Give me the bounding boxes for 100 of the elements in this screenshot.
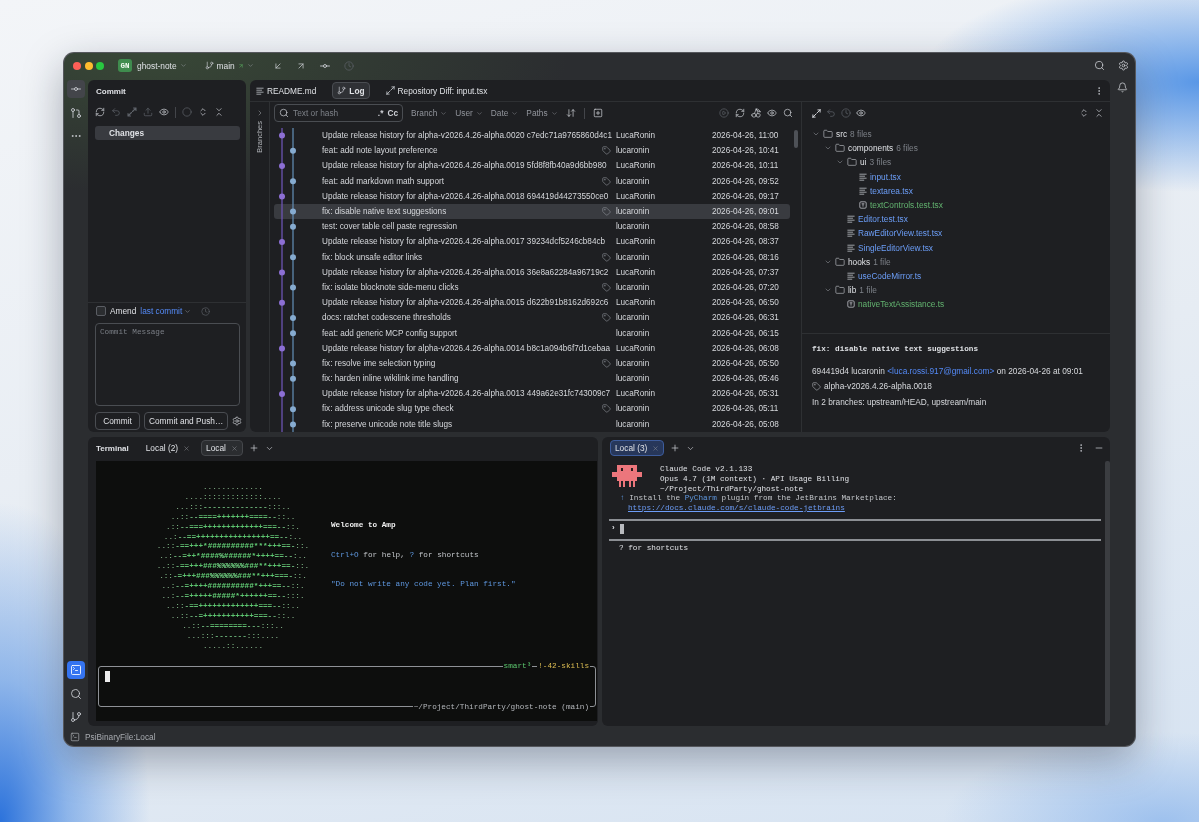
zoom-window-icon[interactable] bbox=[96, 61, 104, 70]
log-row[interactable]: feat: add generic MCP config support lucaronin 2026-04-26, 06:15 bbox=[274, 325, 790, 341]
eye-icon[interactable] bbox=[767, 108, 777, 118]
folder-name[interactable]: ui bbox=[860, 157, 867, 168]
commit-dot-icon[interactable] bbox=[279, 391, 285, 397]
terminal-tab[interactable]: Local (3) bbox=[610, 440, 665, 456]
file-name[interactable]: Editor.test.tsx bbox=[858, 214, 908, 225]
eye-icon[interactable] bbox=[159, 107, 169, 117]
scrollbar-thumb[interactable] bbox=[1105, 461, 1110, 726]
commit-dot-icon[interactable] bbox=[290, 375, 296, 382]
log-row[interactable]: test: cover table cell paste regression lucaronin 2026-04-26, 08:58 bbox=[274, 219, 790, 235]
log-row[interactable]: feat: add note layout preference lucaronin 2026-04-26, 10:41 bbox=[274, 143, 790, 159]
match-case-toggle[interactable]: Cc bbox=[387, 108, 398, 118]
project-selector[interactable]: ghost-note bbox=[135, 56, 189, 75]
folder-name[interactable]: components bbox=[848, 143, 894, 154]
commit-and-push-button[interactable]: Commit and Push… bbox=[144, 412, 229, 430]
sort-icon[interactable] bbox=[565, 108, 576, 118]
commit-dot-icon[interactable] bbox=[290, 330, 296, 337]
terminal-tab[interactable]: Local (2) bbox=[140, 440, 196, 456]
commit-dot-icon[interactable] bbox=[279, 163, 285, 169]
minimize-window-icon[interactable] bbox=[84, 61, 93, 70]
email-link[interactable]: <luca.rossi.917@gmail.com> bbox=[887, 366, 995, 376]
log-row[interactable]: Update release history for alpha-v2026.4.26-alpha.0015 d622b91b8162d692c6 LucaRonin 2026-04-26, 06:50 bbox=[274, 295, 790, 311]
add-icon[interactable] bbox=[248, 443, 259, 453]
cherry-icon[interactable] bbox=[751, 108, 761, 118]
arrow-up-right-icon[interactable] bbox=[295, 60, 306, 71]
commit-dot-icon[interactable] bbox=[290, 208, 296, 215]
commit-dot-icon[interactable] bbox=[279, 345, 285, 352]
file-name[interactable]: nativeTextAssistance.ts bbox=[858, 299, 945, 310]
commit-dot-icon[interactable] bbox=[290, 360, 296, 367]
log-row[interactable]: fix: harden inline wikilink ime handling lucaronin 2026-04-26, 05:46 bbox=[274, 371, 790, 387]
close-window-icon[interactable] bbox=[73, 61, 81, 70]
file-name[interactable]: SingleEditorView.tsx bbox=[858, 242, 934, 253]
regex-toggle[interactable]: .* bbox=[377, 108, 384, 118]
collapse-icon[interactable] bbox=[214, 107, 224, 117]
commit-dot-icon[interactable] bbox=[279, 269, 285, 276]
branch-selector[interactable]: main bbox=[202, 56, 256, 75]
add-icon[interactable] bbox=[670, 443, 681, 453]
filter-dropdown[interactable]: User bbox=[455, 108, 483, 118]
eye-icon[interactable] bbox=[856, 108, 866, 118]
refresh-icon[interactable] bbox=[95, 107, 105, 117]
expand-icon[interactable] bbox=[198, 107, 208, 117]
editor-tab[interactable]: Log bbox=[332, 82, 370, 99]
arrow-down-left-icon[interactable] bbox=[272, 60, 283, 71]
folder-name[interactable]: hooks bbox=[848, 256, 871, 267]
log-row[interactable]: Update release history for alpha-v2026.4.26-alpha.0020 c7edc71a9765860d4c1 LucaRonin 2026-04-26, 11:00 bbox=[274, 128, 790, 144]
commit-dot-icon[interactable] bbox=[279, 299, 285, 306]
commit-dot-icon[interactable] bbox=[290, 315, 296, 321]
commit-dot-icon[interactable] bbox=[279, 239, 285, 245]
collapse-icon[interactable] bbox=[1094, 108, 1104, 118]
log-search-field[interactable]: Text or hash .* Cc bbox=[274, 104, 403, 122]
search-icon[interactable] bbox=[783, 108, 793, 118]
file-name[interactable]: RawEditorView.test.tsx bbox=[858, 228, 943, 239]
changes-node[interactable]: Changes bbox=[95, 126, 240, 140]
folder-name[interactable]: src bbox=[836, 129, 848, 140]
file-name[interactable]: input.tsx bbox=[870, 171, 901, 182]
commit-dot-icon[interactable] bbox=[290, 406, 296, 413]
filter-dropdown[interactable]: Date bbox=[490, 108, 519, 118]
log-row[interactable]: fix: isolate blocknote side-menu clicks lucaronin 2026-04-26, 07:20 bbox=[274, 279, 790, 296]
commit-tool-button[interactable] bbox=[67, 80, 85, 98]
last-commit-link[interactable]: last commit bbox=[140, 306, 192, 316]
expand-icon[interactable] bbox=[1079, 108, 1089, 118]
commit-button[interactable]: Commit bbox=[95, 412, 140, 430]
log-row[interactable]: feat: add markdown math support lucaronin 2026-04-26, 09:52 bbox=[274, 173, 790, 189]
commit-dot-icon[interactable] bbox=[290, 178, 296, 185]
commit-dot-icon[interactable] bbox=[290, 223, 296, 230]
log-row[interactable]: docs: ratchet codescene thresholds lucaronin 2026-04-26, 06:31 bbox=[274, 310, 790, 326]
scrollbar-thumb[interactable] bbox=[794, 130, 798, 148]
log-row[interactable]: Update release history for alpha-v2026.4.26-alpha.0016 36e8a62284a96719c2 LucaRonin 2026-04-26, 07:37 bbox=[274, 264, 790, 280]
editor-tab[interactable]: README.md bbox=[251, 82, 322, 99]
editor-tab[interactable]: Repository Diff: input.tsx bbox=[380, 82, 493, 99]
log-row[interactable]: Update release history for alpha-v2026.4.26-alpha.0014 b8c1a094b6f7d1cebaa LucaRonin 2026-04-26, 06:08 bbox=[274, 340, 790, 356]
folder-name[interactable]: lib bbox=[848, 285, 857, 296]
commit-dot-icon[interactable] bbox=[279, 132, 285, 139]
log-row[interactable]: Update release history for alpha-v2026.4.26-alpha.0013 449a62e31fc743009c7 LucaRonin 2026-04-26, 05:31 bbox=[274, 386, 790, 402]
log-row[interactable]: fix: resolve ime selection typing lucaronin 2026-04-26, 05:50 bbox=[274, 355, 790, 371]
file-name[interactable]: textarea.tsx bbox=[870, 185, 913, 196]
commit-dot-icon[interactable] bbox=[290, 284, 296, 291]
log-row[interactable]: fix: block unsafe editor links lucaronin 2026-04-26, 08:16 bbox=[274, 249, 790, 265]
commit-dot-icon[interactable] bbox=[290, 421, 296, 428]
log-row[interactable]: Update release history for alpha-v2026.4.26-alpha.0017 39234dcf5246cb84cb LucaRonin 2026-04-26, 08:37 bbox=[274, 234, 790, 250]
search-icon[interactable] bbox=[1094, 60, 1105, 71]
amend-checkbox[interactable] bbox=[96, 306, 106, 316]
bell-icon[interactable] bbox=[1117, 82, 1128, 93]
square-plus-icon[interactable] bbox=[592, 108, 603, 118]
log-row[interactable]: Update release history for alpha-v2026.4.26-alpha.0018 694419d44273550ce0 LucaRonin 2026-04-26, 09:17 bbox=[274, 188, 790, 204]
file-name[interactable]: useCodeMirror.ts bbox=[858, 270, 922, 281]
filter-dropdown[interactable]: Branch bbox=[411, 108, 448, 118]
terminal-tab[interactable]: Local bbox=[201, 440, 243, 456]
commit-dot-icon[interactable] bbox=[290, 147, 296, 154]
log-row[interactable]: Update release history for alpha-v2026.4.26-alpha.0019 5fd8f8fb40a9d6bb980 LucaRonin 2026-04-26, 10:11 bbox=[274, 158, 790, 174]
settings-icon[interactable] bbox=[232, 416, 243, 426]
filter-dropdown[interactable]: Paths bbox=[526, 108, 558, 118]
settings-icon[interactable] bbox=[1118, 60, 1129, 71]
log-row[interactable]: fix: preserve unicode note title slugs lucaronin 2026-04-26, 05:08 bbox=[274, 416, 790, 432]
log-row[interactable]: fix: disable native text suggestions lucaronin 2026-04-26, 09:01 bbox=[274, 203, 790, 220]
terminal-tool-button[interactable] bbox=[67, 661, 85, 679]
file-name[interactable]: textControls.test.tsx bbox=[870, 200, 943, 211]
commit-dot-icon[interactable] bbox=[290, 254, 296, 261]
refresh-icon[interactable] bbox=[735, 108, 745, 118]
